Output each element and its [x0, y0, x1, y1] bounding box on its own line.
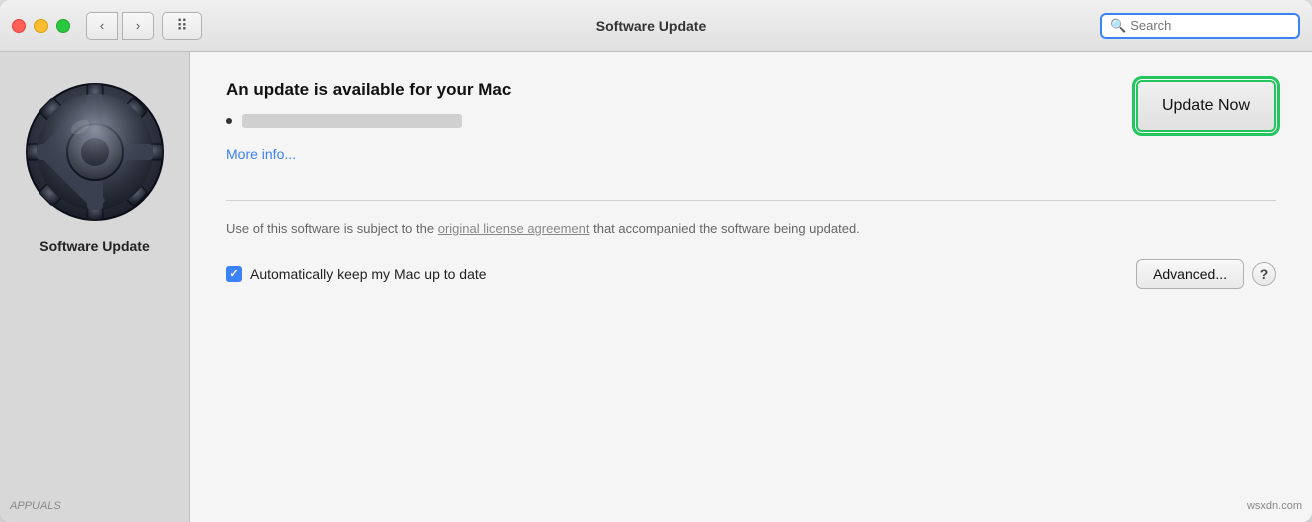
advanced-button[interactable]: Advanced...	[1136, 259, 1244, 289]
gear-icon-container	[25, 82, 165, 222]
search-input[interactable]	[1130, 18, 1290, 33]
help-button[interactable]: ?	[1252, 262, 1276, 286]
license-text-after: that accompanied the software being upda…	[589, 221, 859, 236]
maximize-button[interactable]	[56, 19, 70, 33]
update-item-bar	[242, 114, 462, 128]
divider	[226, 200, 1276, 201]
software-update-icon	[25, 82, 165, 222]
checkbox-row: ✓ Automatically keep my Mac up to date	[226, 266, 487, 282]
main-content: Software Update An update is available f…	[0, 52, 1312, 522]
update-section: An update is available for your Mac More…	[226, 80, 1276, 164]
update-now-button[interactable]: Update Now	[1136, 80, 1276, 132]
sidebar: Software Update	[0, 52, 190, 522]
forward-button[interactable]: ›	[122, 12, 154, 40]
back-button[interactable]: ‹	[86, 12, 118, 40]
auto-update-checkbox[interactable]: ✓	[226, 266, 242, 282]
more-info-link[interactable]: More info...	[226, 146, 296, 162]
content-area: An update is available for your Mac More…	[190, 52, 1312, 522]
checkmark-icon: ✓	[229, 267, 238, 280]
sidebar-label: Software Update	[39, 238, 149, 254]
update-item	[226, 114, 1112, 128]
update-info: An update is available for your Mac More…	[226, 80, 1112, 164]
title-bar: ‹ › ⠿ Software Update 🔍	[0, 0, 1312, 52]
system-preferences-window: ‹ › ⠿ Software Update 🔍	[0, 0, 1312, 522]
wsxdn-watermark: wsxdn.com	[1247, 500, 1302, 512]
update-title: An update is available for your Mac	[226, 80, 1112, 100]
window-title: Software Update	[202, 18, 1100, 34]
bottom-buttons: Advanced... ?	[1136, 259, 1276, 289]
grid-view-button[interactable]: ⠿	[162, 12, 202, 40]
checkbox-label: Automatically keep my Mac up to date	[250, 266, 487, 282]
traffic-lights	[12, 19, 70, 33]
close-button[interactable]	[12, 19, 26, 33]
license-text: Use of this software is subject to the o…	[226, 219, 926, 239]
grid-icon: ⠿	[176, 16, 188, 36]
license-text-before: Use of this software is subject to the	[226, 221, 438, 236]
appuals-watermark: APPUALS	[10, 500, 61, 512]
search-bar: 🔍	[1100, 13, 1300, 39]
minimize-button[interactable]	[34, 19, 48, 33]
bottom-row: ✓ Automatically keep my Mac up to date A…	[226, 259, 1276, 289]
bullet-point	[226, 118, 232, 124]
nav-buttons: ‹ ›	[86, 12, 154, 40]
search-icon: 🔍	[1110, 18, 1126, 34]
license-link[interactable]: original license agreement	[438, 221, 590, 236]
